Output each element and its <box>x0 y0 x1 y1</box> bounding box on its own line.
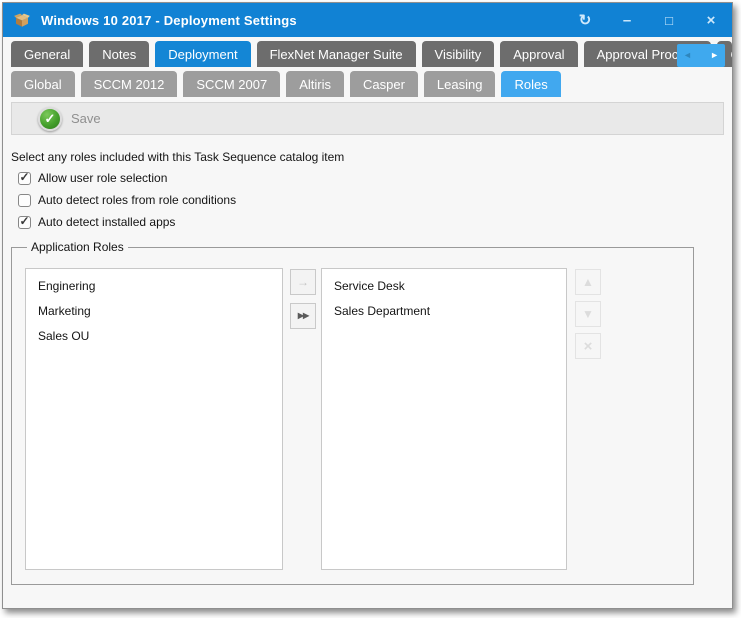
move-down-button[interactable]: ▼ <box>575 301 601 327</box>
deployment-settings-window: Windows 10 2017 - Deployment Settings ↻ … <box>2 2 733 609</box>
list-item[interactable]: Marketing <box>26 299 282 324</box>
checkbox-row-auto-detect-apps: ✓ Auto detect installed apps <box>18 211 732 233</box>
tab-visibility[interactable]: Visibility <box>422 41 495 67</box>
tab-sccm-2007[interactable]: SCCM 2007 <box>183 71 280 97</box>
tab-scroller: ◄ ► <box>677 44 725 67</box>
roles-instruction-label: Select any roles included with this Task… <box>11 150 732 164</box>
tab-leasing[interactable]: Leasing <box>424 71 496 97</box>
tab-approval[interactable]: Approval <box>500 41 577 67</box>
remove-role-button[interactable]: × <box>575 333 601 359</box>
list-item[interactable]: Sales Department <box>322 299 566 324</box>
order-buttons: ▲ ▼ × <box>575 269 601 359</box>
tab-roles[interactable]: Roles <box>501 71 560 97</box>
checkmark-icon: ✓ <box>19 171 29 183</box>
auto-detect-roles-checkbox[interactable]: ✓ <box>18 194 31 207</box>
list-item[interactable]: Service Desk <box>322 274 566 299</box>
window-title: Windows 10 2017 - Deployment Settings <box>41 13 297 28</box>
move-right-button[interactable]: → <box>290 269 316 295</box>
title-bar: Windows 10 2017 - Deployment Settings ↻ … <box>3 3 732 37</box>
roles-lists-row: Enginering Marketing Sales OU → ▶▶ Servi… <box>25 268 693 570</box>
tab-altiris[interactable]: Altiris <box>286 71 344 97</box>
up-arrow-icon: ▲ <box>582 276 594 288</box>
right-arrow-icon: → <box>297 276 309 288</box>
refresh-icon[interactable]: ↻ <box>576 13 594 28</box>
checkbox-row-allow-user-role: ✓ Allow user role selection <box>18 167 732 189</box>
tab-deployment[interactable]: Deployment <box>155 41 250 67</box>
auto-detect-installed-apps-checkbox[interactable]: ✓ <box>18 216 31 229</box>
primary-tab-row: General Notes Deployment FlexNet Manager… <box>3 41 732 67</box>
allow-user-role-selection-label: Allow user role selection <box>38 171 167 185</box>
close-icon[interactable]: × <box>702 13 720 28</box>
list-item[interactable]: Enginering <box>26 274 282 299</box>
list-item[interactable]: Sales OU <box>26 324 282 349</box>
move-up-button[interactable]: ▲ <box>575 269 601 295</box>
package-icon <box>13 10 33 30</box>
allow-user-role-selection-checkbox[interactable]: ✓ <box>18 172 31 185</box>
secondary-tab-row: Global SCCM 2012 SCCM 2007 Altiris Caspe… <box>3 71 732 97</box>
down-arrow-icon: ▼ <box>582 308 594 320</box>
window-controls: ↻ – □ × <box>576 13 720 28</box>
checkmark-icon: ✓ <box>19 215 29 227</box>
move-all-right-button[interactable]: ▶▶ <box>290 303 316 329</box>
application-roles-group-title: Application Roles <box>27 240 128 254</box>
tab-casper[interactable]: Casper <box>350 71 418 97</box>
move-buttons: → ▶▶ <box>290 269 316 329</box>
selected-roles-list[interactable]: Service Desk Sales Department <box>321 268 567 570</box>
tab-scroll-right-icon[interactable]: ► <box>710 51 719 60</box>
tab-global[interactable]: Global <box>11 71 75 97</box>
maximize-icon[interactable]: □ <box>660 14 678 27</box>
tab-notes[interactable]: Notes <box>89 41 149 67</box>
available-roles-list[interactable]: Enginering Marketing Sales OU <box>25 268 283 570</box>
save-button[interactable]: Save <box>71 111 101 126</box>
save-toolbar: ✓ Save <box>11 102 724 135</box>
remove-icon: × <box>584 339 593 354</box>
minimize-icon[interactable]: – <box>618 13 636 28</box>
tab-scroll-left-icon[interactable]: ◄ <box>683 51 692 60</box>
auto-detect-roles-label: Auto detect roles from role conditions <box>38 193 236 207</box>
application-roles-group: Application Roles Enginering Marketing S… <box>11 240 694 585</box>
tab-general[interactable]: General <box>11 41 83 67</box>
tab-flexnet-manager-suite[interactable]: FlexNet Manager Suite <box>257 41 416 67</box>
auto-detect-installed-apps-label: Auto detect installed apps <box>38 215 175 229</box>
double-right-arrow-icon: ▶▶ <box>298 312 308 320</box>
tab-sccm-2012[interactable]: SCCM 2012 <box>81 71 178 97</box>
checkbox-row-auto-detect-roles: ✓ Auto detect roles from role conditions <box>18 189 732 211</box>
save-check-icon: ✓ <box>38 107 62 131</box>
